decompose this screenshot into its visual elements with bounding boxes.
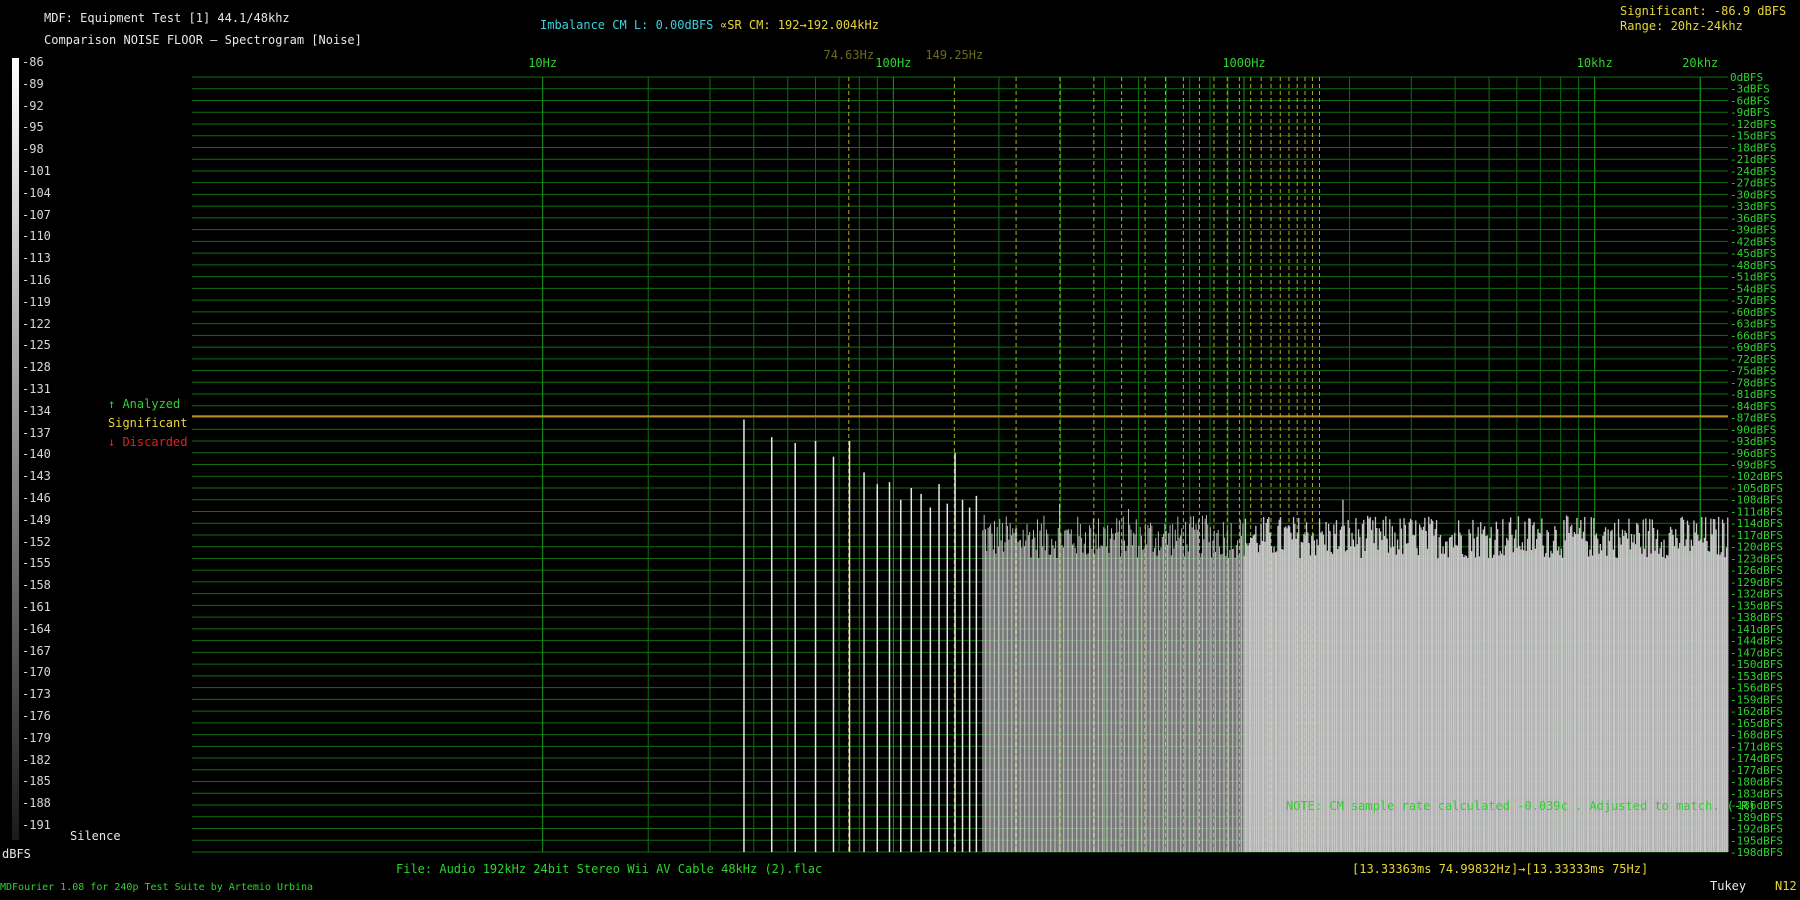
spectrogram-plot: 10Hz 100Hz 1000Hz 10khz 20khz 74.63Hz 149.25H…	[192, 48, 1783, 859]
x-tick-label: 100Hz	[875, 56, 911, 70]
x-tick-label: 20khz	[1682, 56, 1718, 70]
peak-bars	[743, 419, 978, 852]
corner-label: N12	[1775, 879, 1797, 893]
x-tick-label: 1000Hz	[1222, 56, 1265, 70]
harmonic-label: 149.25Hz	[925, 48, 983, 62]
y-axis-labels: 0dBFS-3dBFS-6dBFS-9dBFS-12dBFS-15dBFS-18…	[1730, 71, 1783, 859]
window-name: Tukey	[1710, 879, 1747, 893]
x-tick-label: 10Hz	[528, 56, 557, 70]
x-axis-labels: 10Hz 100Hz 1000Hz 10khz 20khz	[528, 56, 1718, 70]
credits-text: MDFourier 1.08 for 240p Test Suite by Ar…	[0, 882, 314, 893]
file-name: File: Audio 192kHz 24bit Stereo Wii AV C…	[396, 862, 823, 876]
note-text: NOTE: CM sample rate calculated -0.039¢ …	[1286, 799, 1756, 813]
y-tick-label: -198dBFS	[1730, 846, 1783, 859]
timing-text: [13.33363ms 74.99832Hz]→[13.33333ms 75Hz…	[1352, 862, 1649, 876]
harmonic-label: 74.63Hz	[823, 48, 874, 62]
x-tick-label: 10khz	[1577, 56, 1613, 70]
